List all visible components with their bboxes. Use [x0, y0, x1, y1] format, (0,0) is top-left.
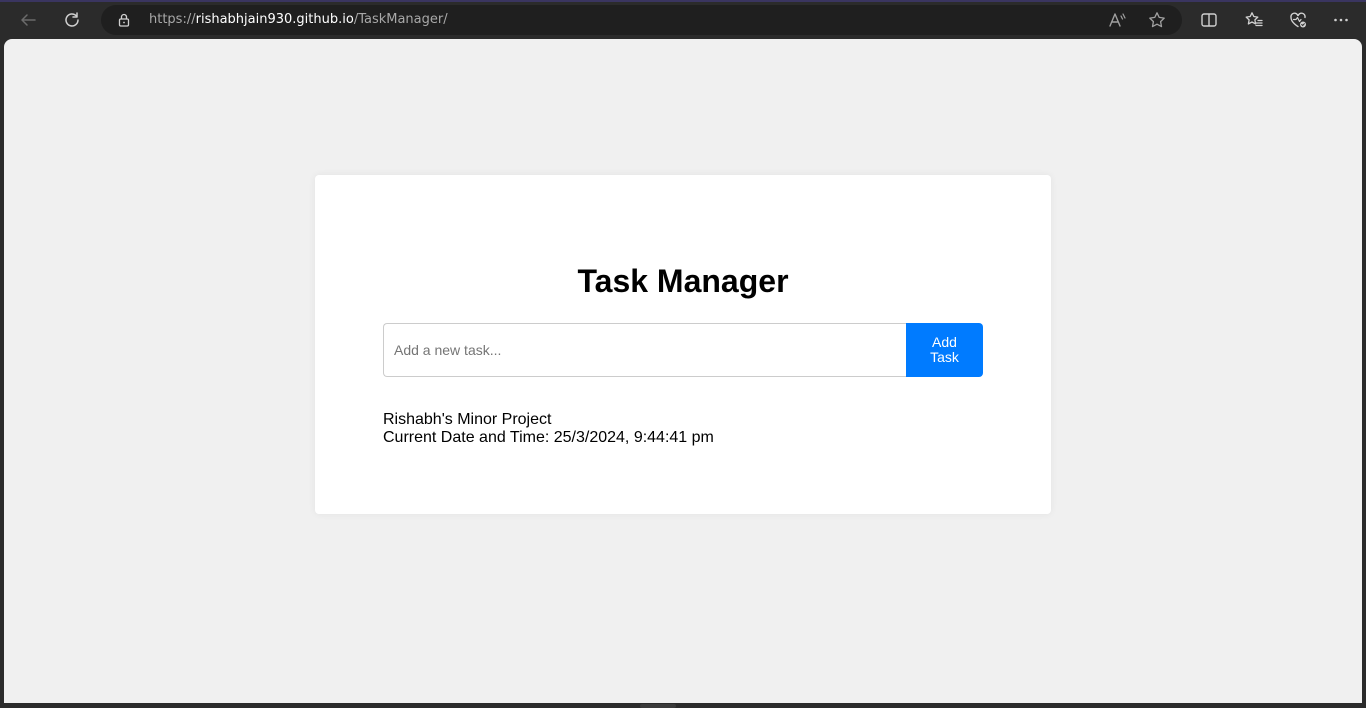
page-viewport: Task Manager Add Task Rishabh's Minor Pr…	[4, 39, 1362, 703]
add-favorite-button[interactable]	[1142, 5, 1172, 35]
read-aloud-icon	[1109, 13, 1126, 27]
back-button[interactable]	[13, 5, 43, 35]
url-scheme: https://	[149, 12, 196, 27]
favorite-star-icon	[1149, 12, 1165, 28]
window-bottom-handle	[640, 704, 676, 708]
project-label: Rishabh's Minor Project	[383, 411, 552, 428]
page-title: Task Manager	[577, 263, 789, 299]
browser-essentials-button[interactable]	[1283, 5, 1313, 35]
browser-toolbar: https://rishabhjain930.github.io/TaskMan…	[0, 2, 1366, 38]
favorites-button[interactable]	[1239, 5, 1269, 35]
task-manager-card: Task Manager Add Task Rishabh's Minor Pr…	[315, 175, 1051, 514]
split-screen-button[interactable]	[1194, 5, 1224, 35]
project-info: Rishabh's Minor Project Current Date and…	[383, 411, 714, 447]
more-options-button[interactable]	[1326, 5, 1356, 35]
read-aloud-button[interactable]	[1102, 5, 1132, 35]
more-options-icon	[1334, 18, 1348, 22]
refresh-button[interactable]	[57, 5, 87, 35]
favorites-icon	[1245, 12, 1263, 27]
split-screen-icon	[1201, 13, 1217, 27]
new-task-input[interactable]	[383, 323, 907, 377]
back-arrow-icon	[21, 14, 36, 26]
current-datetime: Current Date and Time: 25/3/2024, 9:44:4…	[383, 429, 714, 446]
url-host: rishabhjain930.github.io	[195, 12, 354, 27]
browser-essentials-icon	[1290, 12, 1306, 28]
lock-icon[interactable]	[116, 12, 132, 28]
url-text[interactable]: https://rishabhjain930.github.io/TaskMan…	[149, 12, 448, 28]
url-path: /TaskManager/	[353, 12, 448, 27]
refresh-icon	[65, 12, 79, 27]
add-task-button[interactable]: Add Task	[906, 323, 983, 377]
